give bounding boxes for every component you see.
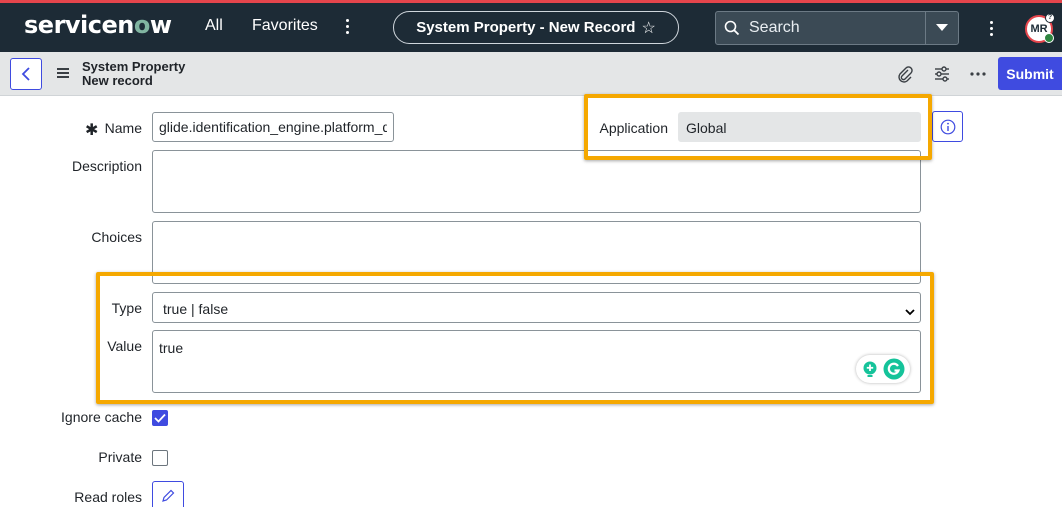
avatar-help-badge: ? — [1045, 13, 1055, 23]
description-textarea[interactable] — [152, 150, 921, 213]
global-search — [715, 11, 959, 45]
paperclip-icon[interactable] — [893, 62, 917, 86]
record-title-pill[interactable]: System Property - New Record ☆ — [393, 11, 679, 44]
lightbulb-icon — [863, 361, 877, 377]
value-label: Value — [107, 338, 142, 354]
nav-overflow-menu-icon[interactable] — [982, 17, 1000, 39]
check-icon — [154, 413, 166, 423]
top-navigation-bar: servicenow All Favorites System Property… — [0, 0, 1062, 52]
record-table-name: System Property — [82, 59, 186, 74]
submit-button[interactable]: Submit — [998, 57, 1062, 90]
star-icon[interactable]: ☆ — [641, 18, 655, 38]
application-value: Global — [686, 120, 727, 136]
search-icon — [724, 20, 740, 41]
application-field: Global — [678, 112, 921, 142]
context-menu-icon[interactable] — [57, 68, 69, 78]
grammarly-widget[interactable] — [856, 355, 910, 383]
ignore-cache-checkbox[interactable] — [152, 410, 168, 426]
nav-more-menu-icon[interactable] — [338, 15, 356, 37]
servicenow-logo[interactable]: servicenow — [24, 11, 172, 39]
user-avatar[interactable]: MR ? — [1025, 13, 1055, 43]
chevron-down-icon — [905, 303, 915, 321]
record-header-title: System Property New record — [82, 60, 185, 88]
search-scope-dropdown[interactable] — [925, 12, 958, 44]
name-input[interactable] — [152, 112, 394, 142]
private-checkbox[interactable] — [152, 450, 168, 466]
presence-indicator — [1044, 33, 1054, 43]
nav-all[interactable]: All — [205, 17, 223, 35]
value-textarea[interactable]: true — [152, 330, 921, 393]
caret-down-icon — [936, 24, 948, 31]
grammarly-g-icon — [883, 358, 905, 380]
choices-textarea[interactable] — [152, 221, 921, 284]
application-label: Application — [599, 120, 669, 136]
read-roles-label: Read roles — [74, 489, 142, 505]
back-button[interactable] — [10, 58, 42, 90]
ignore-cache-label: Ignore cache — [61, 409, 142, 425]
nav-favorites[interactable]: Favorites — [252, 17, 318, 35]
type-label: Type — [111, 300, 142, 316]
name-label: Name — [104, 120, 142, 136]
choices-label: Choices — [91, 229, 142, 245]
more-options-icon[interactable] — [966, 62, 990, 86]
record-header-bar: System Property New record Submit — [0, 52, 1062, 96]
search-input[interactable] — [749, 17, 919, 39]
record-status: New record — [82, 73, 153, 88]
chevron-left-icon — [21, 67, 30, 81]
info-icon — [940, 119, 955, 134]
type-selected-value: true | false — [163, 301, 229, 317]
description-label: Description — [71, 158, 142, 174]
value-text: true — [159, 340, 184, 356]
private-label: Private — [98, 449, 142, 465]
type-select[interactable]: true | false — [152, 292, 921, 323]
read-roles-edit-button[interactable] — [152, 481, 184, 507]
sliders-icon[interactable] — [930, 62, 954, 86]
record-title-text: System Property - New Record — [416, 19, 636, 36]
pencil-icon — [162, 489, 175, 502]
application-info-button[interactable] — [932, 111, 963, 142]
